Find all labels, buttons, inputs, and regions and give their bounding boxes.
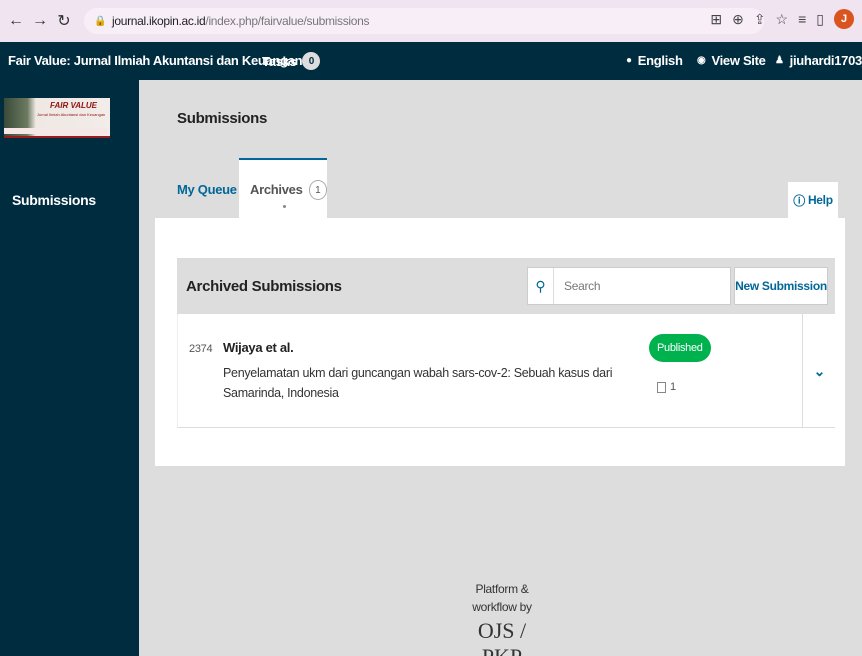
help-button[interactable]: ⓘ Help: [788, 182, 838, 218]
logo-title: FAIR VALUE: [50, 101, 97, 110]
address-bar[interactable]: 🔒 journal.ikopin.ac.id/index.php/fairval…: [84, 8, 764, 34]
side-panel-icon[interactable]: ▯: [816, 11, 824, 28]
eye-icon: ◉: [697, 55, 706, 66]
search-input[interactable]: [554, 269, 724, 303]
footer-line-1: Platform &: [475, 582, 529, 596]
footer-brand[interactable]: Platform & workflow by OJS / PKP: [457, 580, 547, 656]
view-site-link[interactable]: ◉ View Site: [697, 53, 766, 68]
url-path: /index.php/fairvalue/submissions: [205, 14, 370, 28]
sidebar: FAIR VALUE Jurnal Ilmiah Akuntansi dan K…: [0, 80, 139, 656]
file-count: 1: [657, 381, 676, 393]
view-site-label: View Site: [711, 53, 766, 68]
forward-arrow-icon[interactable]: →: [30, 11, 50, 31]
page-title: Submissions: [177, 110, 268, 127]
ojs-pkp-logo: OJS / PKP: [477, 618, 527, 656]
search-box: ⚲: [527, 267, 731, 305]
back-arrow-icon[interactable]: ←: [6, 11, 26, 31]
star-icon[interactable]: ☆: [776, 11, 789, 28]
tab-archives-label: Archives: [250, 182, 303, 197]
app-header: Fair Value: Jurnal Ilmiah Akuntansi dan …: [0, 42, 862, 80]
footer-line-2: workflow by: [472, 600, 532, 614]
site-title[interactable]: Fair Value: Jurnal Ilmiah Akuntansi dan …: [8, 53, 303, 68]
tab-my-queue[interactable]: My Queue: [177, 158, 237, 220]
username: jiuhardi1703_1959: [789, 53, 862, 68]
main-content: Submissions My Queue Archives 1 ⓘ Help A…: [139, 80, 862, 656]
tab-indicator-dot: [283, 205, 286, 208]
location-pin-icon: ●: [626, 55, 632, 66]
reading-list-icon[interactable]: ≡: [798, 11, 806, 27]
tab-my-queue-label: My Queue: [177, 182, 237, 197]
reload-icon[interactable]: ↻: [54, 11, 74, 31]
new-submission-button[interactable]: New Submission: [734, 267, 828, 305]
user-menu[interactable]: ♟ jiuhardi1703_1959: [775, 53, 862, 68]
sidebar-item-submissions[interactable]: Submissions: [12, 192, 96, 208]
file-count-value: 1: [670, 381, 676, 393]
archives-count-badge: 1: [308, 180, 327, 200]
lock-icon: 🔒: [94, 15, 107, 27]
tasks-button[interactable]: Tasks 0: [262, 52, 321, 70]
logo-subtitle: Jurnal Ilmiah Akuntansi dan Keuangan: [37, 112, 106, 117]
translate-icon[interactable]: ⊞: [710, 11, 722, 28]
list-header: Archived Submissions ⚲ New Submission: [177, 258, 835, 314]
expand-chevron-icon[interactable]: ⌄: [802, 314, 836, 428]
profile-avatar[interactable]: J: [834, 9, 854, 29]
submission-author: Wijaya et al.: [223, 340, 294, 355]
file-icon: [657, 381, 666, 393]
language-label: English: [637, 53, 683, 68]
browser-toolbar: ← → ↻ 🔒 journal.ikopin.ac.id/index.php/f…: [0, 0, 862, 42]
url-host: journal.ikopin.ac.id: [112, 14, 206, 28]
zoom-icon[interactable]: ⊕: [732, 11, 744, 28]
language-button[interactable]: ● English: [626, 53, 683, 68]
journal-logo[interactable]: FAIR VALUE Jurnal Ilmiah Akuntansi dan K…: [4, 98, 110, 138]
help-label: Help: [807, 193, 833, 207]
archives-panel: Archived Submissions ⚲ New Submission 23…: [155, 218, 845, 466]
tab-archives[interactable]: Archives 1: [239, 158, 327, 220]
list-item[interactable]: 2374 Wijaya et al. Penyelamatan ukm dari…: [177, 314, 835, 428]
status-badge: Published: [649, 334, 711, 362]
search-icon[interactable]: ⚲: [528, 268, 554, 304]
tasks-count-badge: 0: [302, 52, 321, 70]
logo-strip: [4, 128, 108, 134]
share-icon[interactable]: ⇪: [754, 11, 766, 28]
user-icon: ♟: [775, 55, 784, 66]
submission-title: Penyelamatan ukm dari guncangan wabah sa…: [223, 366, 613, 400]
submission-id: 2374: [189, 343, 213, 355]
list-title: Archived Submissions: [186, 278, 342, 295]
info-icon: ⓘ: [793, 193, 805, 208]
tasks-label: Tasks: [262, 53, 297, 69]
